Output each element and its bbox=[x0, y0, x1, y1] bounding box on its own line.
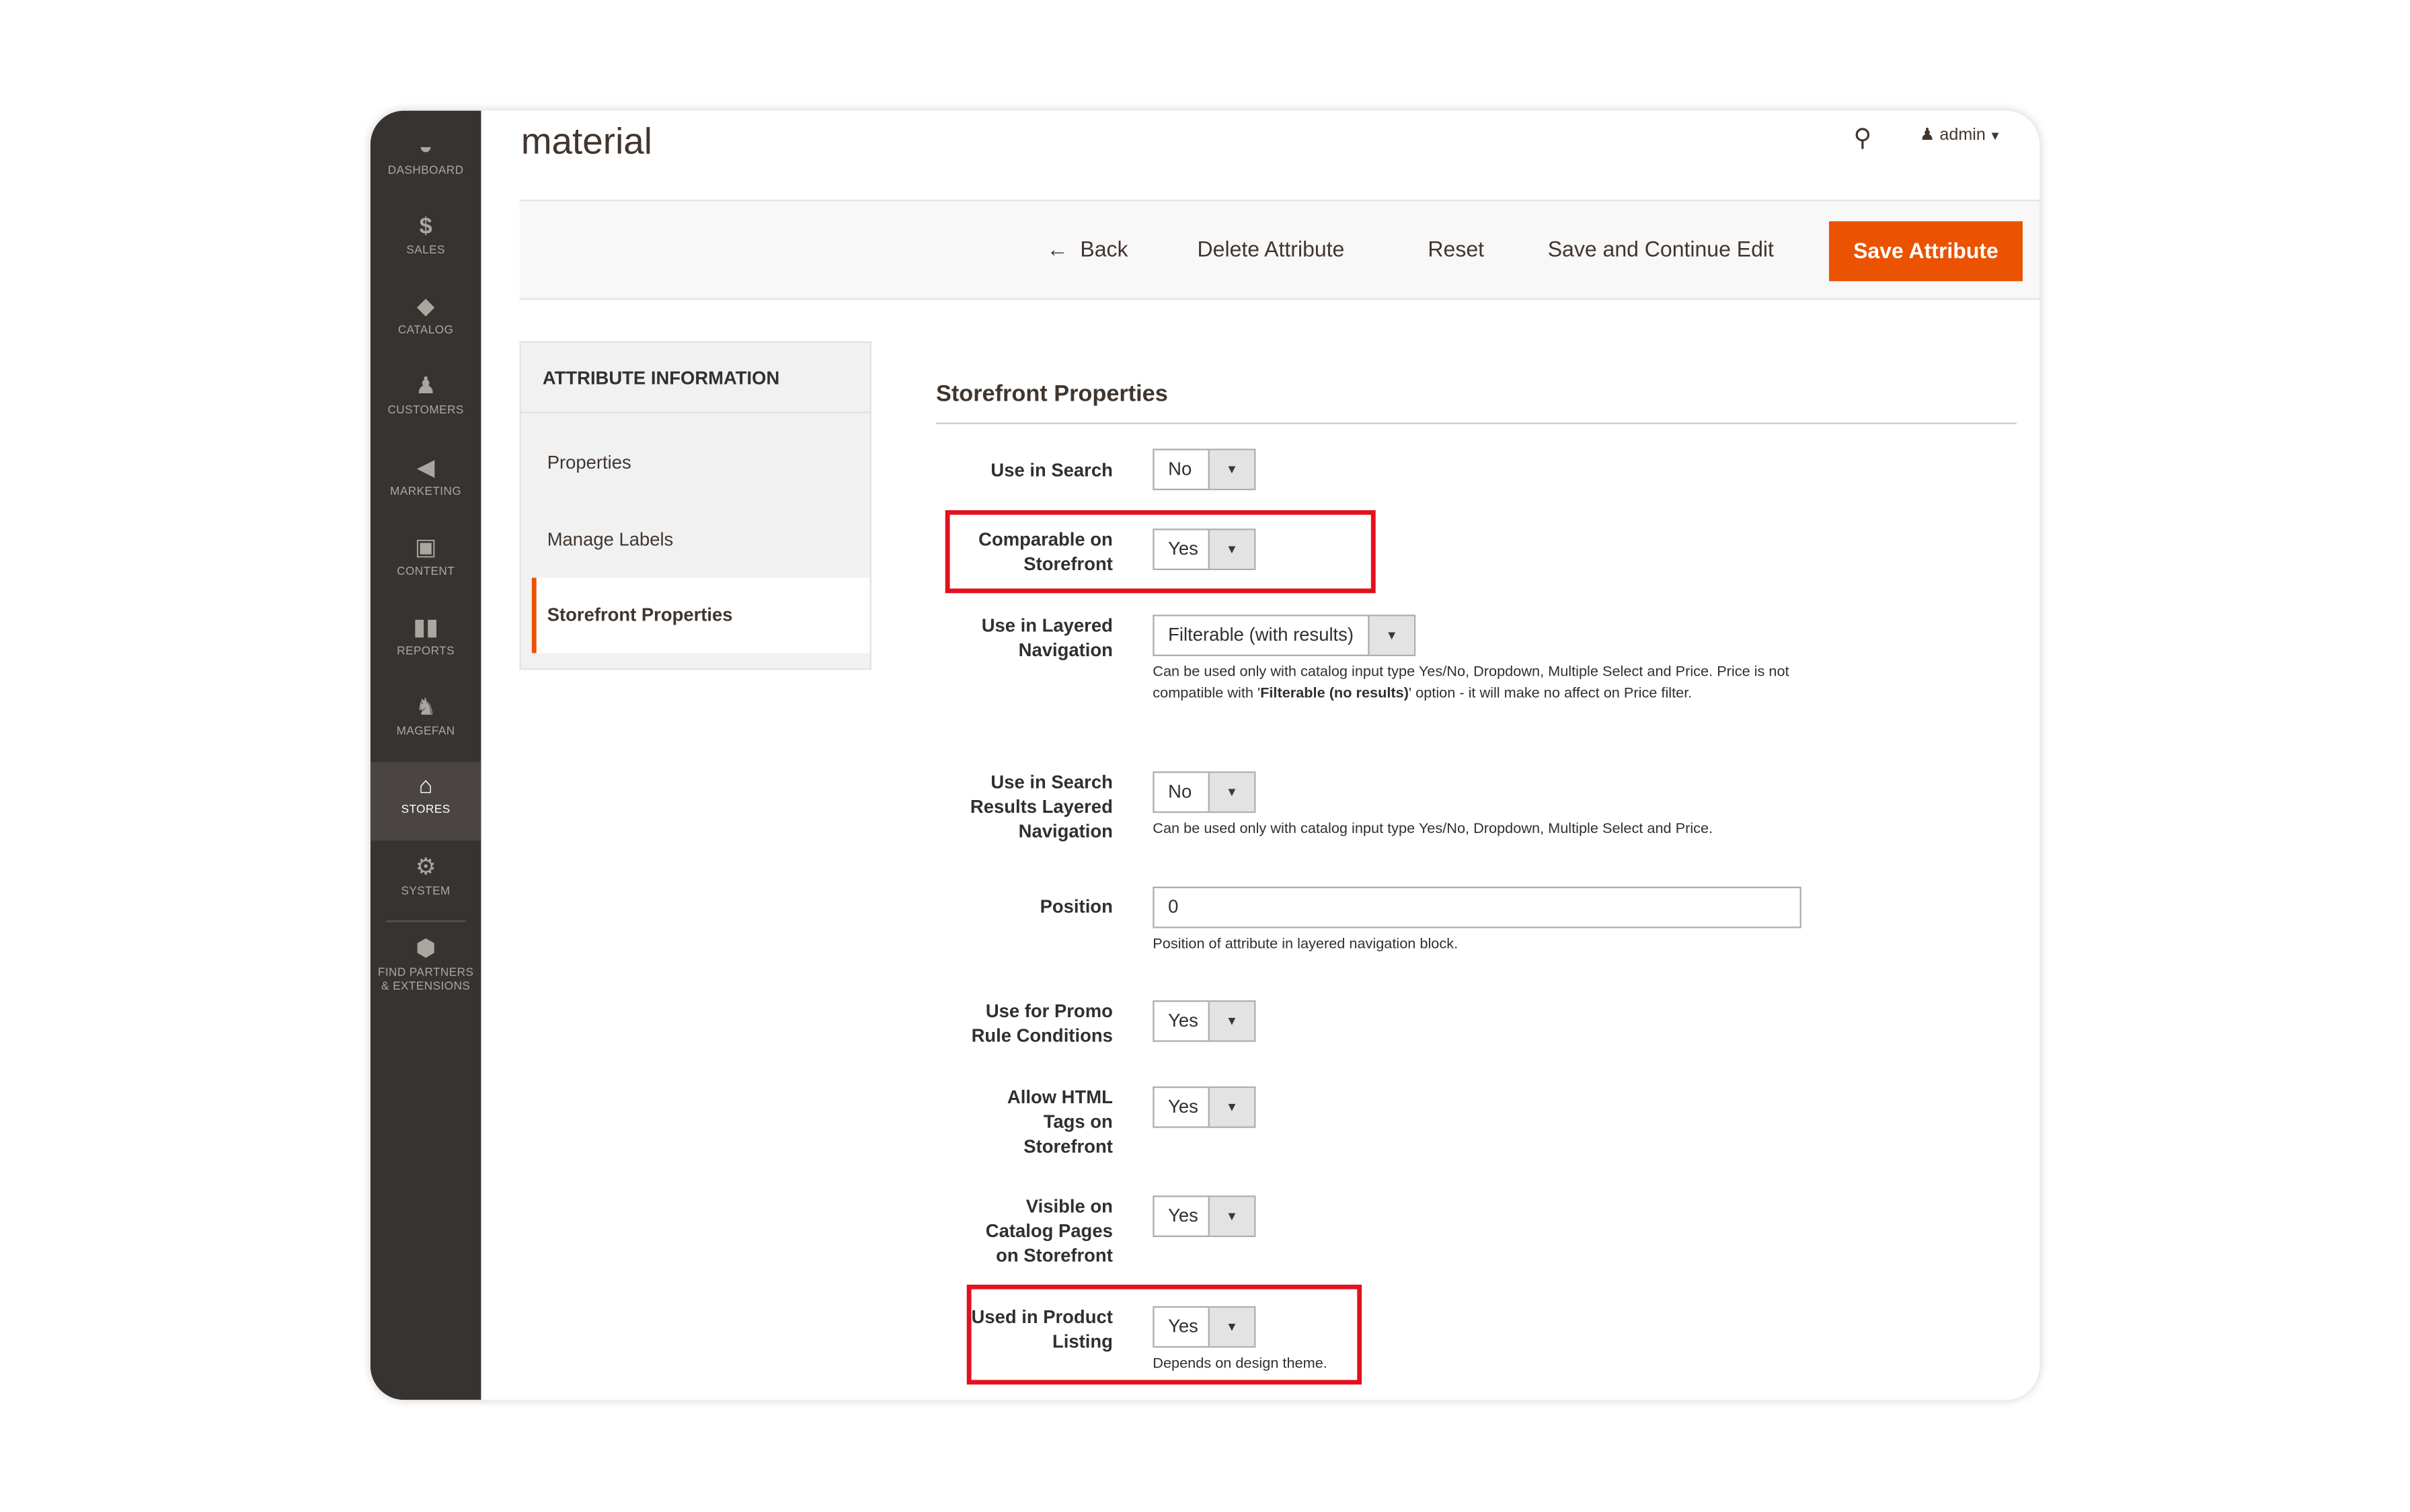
cube-icon: ⬢ bbox=[416, 935, 436, 962]
chevron-down-icon: ▼ bbox=[1208, 1308, 1255, 1347]
dollar-icon: $ bbox=[419, 213, 432, 240]
sidebar-item-marketing[interactable]: ◀ MARKETING bbox=[371, 444, 481, 524]
chevron-down-icon: ▼ bbox=[1985, 128, 2002, 143]
position-label: Position bbox=[1040, 896, 1113, 918]
dashboard-icon: ◒ bbox=[418, 133, 433, 160]
layered-navigation-note: Can be used only with catalog input type… bbox=[1153, 664, 1789, 703]
sidebar-item-dashboard[interactable]: ◒ DASHBOARD bbox=[371, 123, 481, 203]
user-icon: ♟ bbox=[1919, 126, 1940, 145]
layered-navigation-label: Use in Layered Navigation bbox=[981, 614, 1113, 661]
sidebar-item-content[interactable]: ▣ CONTENT bbox=[371, 524, 481, 604]
layout-icon: ▣ bbox=[414, 534, 437, 561]
bar-chart-icon: ▮▮ bbox=[413, 614, 438, 641]
sidebar: ◒ DASHBOARD $ SALES ◆ CATALOG ♟ CUSTOMERS ◀ M… bbox=[370, 110, 481, 1400]
product-listing-note: Depends on design theme. bbox=[1153, 1355, 1327, 1373]
section-title: Storefront Properties bbox=[935, 381, 1168, 407]
chevron-down-icon: ▼ bbox=[1208, 1002, 1255, 1041]
sidebar-item-system[interactable]: ⚙ SYSTEM bbox=[371, 844, 481, 924]
product-listing-label: Used in Product Listing bbox=[971, 1306, 1113, 1353]
attribute-tabs: ATTRIBUTE INFORMATION Properties Manage … bbox=[519, 341, 871, 670]
allow-html-label: Allow HTML Tags on Storefront bbox=[1007, 1086, 1113, 1158]
chevron-down-icon: ▼ bbox=[1368, 616, 1414, 655]
sidebar-item-sales[interactable]: $ SALES bbox=[371, 203, 481, 283]
search-results-layered-note: Can be used only with catalog input type… bbox=[1153, 820, 1713, 838]
megaphone-icon: ◀ bbox=[416, 454, 435, 481]
promo-rule-label: Use for Promo Rule Conditions bbox=[971, 1000, 1113, 1047]
chevron-down-icon: ▼ bbox=[1208, 1088, 1255, 1127]
allow-html-select[interactable]: Yes ▼ bbox=[1153, 1086, 1256, 1128]
visible-catalog-label: Visible on Catalog Pages on Storefront bbox=[985, 1195, 1113, 1267]
chevron-down-icon: ▼ bbox=[1208, 1197, 1255, 1236]
person-icon: ♟ bbox=[415, 373, 436, 400]
reset-button[interactable]: Reset bbox=[1428, 237, 1484, 262]
visible-catalog-select[interactable]: Yes ▼ bbox=[1153, 1195, 1256, 1237]
sidebar-item-stores[interactable]: ⌂ STORES bbox=[370, 762, 481, 841]
box-icon: ◆ bbox=[416, 293, 435, 320]
section-divider bbox=[935, 422, 2017, 424]
comparable-label: Comparable on Storefront bbox=[978, 528, 1113, 575]
sidebar-divider bbox=[385, 920, 466, 922]
page-actions-bar: ← Back Delete Attribute Reset Save and C… bbox=[519, 200, 2040, 300]
search-results-layered-label: Use in Search Results Layered Navigation bbox=[970, 771, 1113, 842]
sidebar-item-magefan[interactable]: ♞ MAGEFAN bbox=[371, 684, 481, 764]
arrow-left-icon: ← bbox=[1046, 236, 1081, 262]
elephant-icon: ♞ bbox=[415, 694, 436, 721]
gear-icon: ⚙ bbox=[415, 854, 436, 881]
tabs-heading: ATTRIBUTE INFORMATION bbox=[520, 343, 870, 413]
use-in-search-label: Use in Search bbox=[990, 459, 1113, 481]
save-attribute-button[interactable]: Save Attribute bbox=[1828, 221, 2023, 282]
chevron-down-icon: ▼ bbox=[1208, 450, 1255, 489]
tab-storefront-properties[interactable]: Storefront Properties bbox=[531, 578, 870, 653]
layered-navigation-select[interactable]: Filterable (with results) ▼ bbox=[1153, 614, 1416, 656]
chevron-down-icon: ▼ bbox=[1208, 772, 1255, 811]
save-and-continue-button[interactable]: Save and Continue Edit bbox=[1548, 237, 1774, 262]
tab-properties[interactable]: Properties bbox=[521, 426, 870, 501]
position-input[interactable]: 0 bbox=[1153, 886, 1801, 928]
chevron-down-icon: ▼ bbox=[1208, 530, 1255, 569]
user-menu[interactable]: ♟ admin ▼ bbox=[1919, 124, 2002, 145]
product-listing-select[interactable]: Yes ▼ bbox=[1153, 1306, 1256, 1348]
sidebar-item-find-partners[interactable]: ⬢ FIND PARTNERS & EXTENSIONS bbox=[371, 925, 481, 1017]
admin-window: ◒ DASHBOARD $ SALES ◆ CATALOG ♟ CUSTOMERS ◀ M… bbox=[370, 110, 2040, 1400]
sidebar-item-catalog[interactable]: ◆ CATALOG bbox=[371, 283, 481, 363]
search-icon[interactable]: ⚲ bbox=[1854, 123, 1872, 154]
delete-attribute-button[interactable]: Delete Attribute bbox=[1198, 237, 1345, 262]
use-in-search-select[interactable]: No ▼ bbox=[1153, 448, 1256, 491]
store-icon: ⌂ bbox=[418, 772, 433, 799]
search-results-layered-select[interactable]: No ▼ bbox=[1153, 771, 1256, 813]
position-note: Position of attribute in layered navigat… bbox=[1153, 935, 1459, 953]
tab-manage-labels[interactable]: Manage Labels bbox=[521, 502, 870, 578]
back-button[interactable]: ← Back bbox=[1047, 237, 1128, 262]
sidebar-item-customers[interactable]: ♟ CUSTOMERS bbox=[371, 362, 481, 442]
sidebar-item-reports[interactable]: ▮▮ REPORTS bbox=[371, 604, 481, 684]
page-title: material bbox=[520, 121, 652, 163]
promo-rule-select[interactable]: Yes ▼ bbox=[1153, 1000, 1256, 1042]
comparable-select[interactable]: Yes ▼ bbox=[1153, 528, 1256, 570]
